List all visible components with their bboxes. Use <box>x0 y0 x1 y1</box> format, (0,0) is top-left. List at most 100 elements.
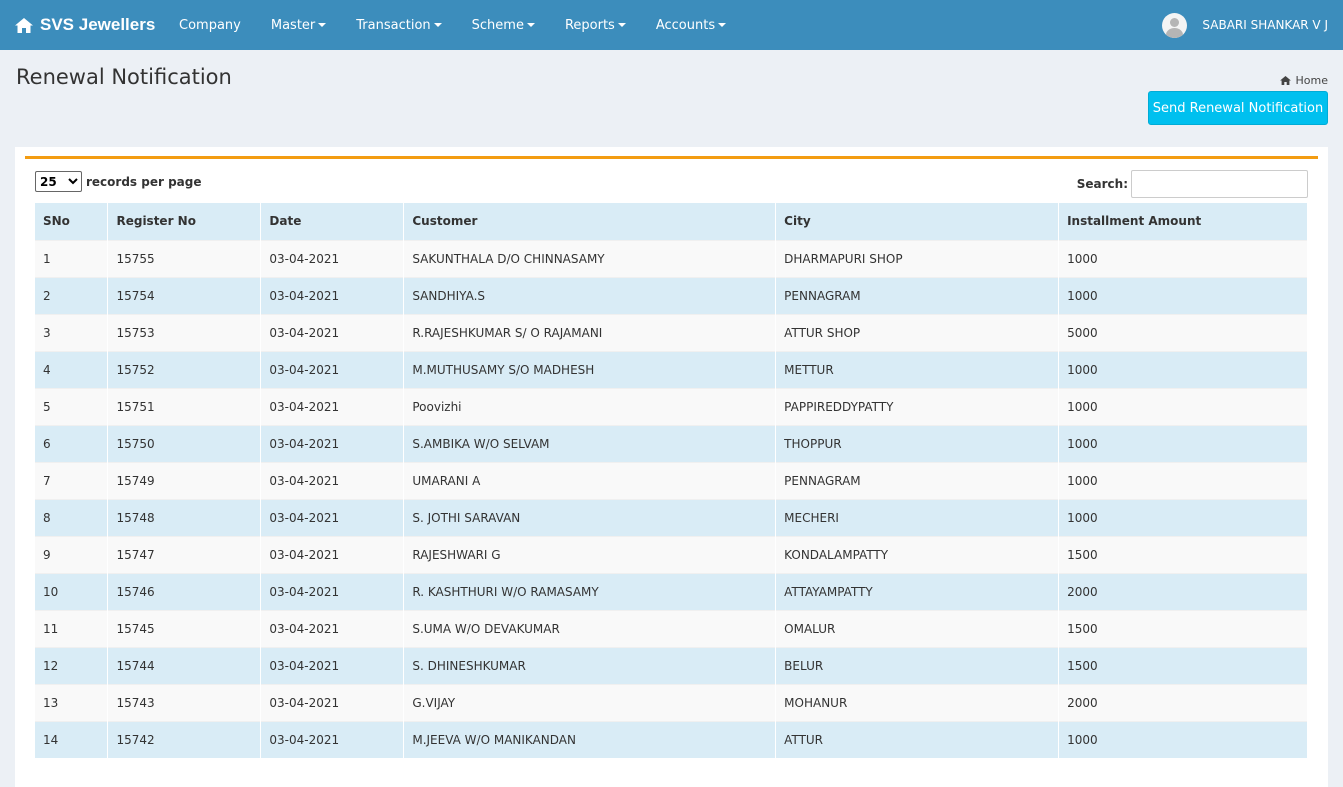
menu-item-reports[interactable]: Reports <box>550 0 641 50</box>
search-control: Search: <box>1077 170 1308 198</box>
brand-link[interactable]: SVS Jewellers <box>15 0 155 50</box>
table-cell: ATTUR <box>775 720 1060 758</box>
table-cell: S. DHINESHKUMAR <box>403 646 777 684</box>
table-cell: 15744 <box>107 646 262 684</box>
table-cell: ATTAYAMPATTY <box>775 572 1060 610</box>
table-cell: 03-04-2021 <box>260 239 405 277</box>
table-cell: 15743 <box>107 683 262 721</box>
menu-item-accounts[interactable]: Accounts <box>641 0 741 50</box>
records-per-page-label: records per page <box>86 174 202 189</box>
column-header[interactable]: Date <box>260 203 405 240</box>
table-row: 14 15742 03-04-2021 M.JEEVA W/O MANIKANDAN A… <box>35 720 1308 758</box>
user-menu[interactable]: SABARI SHANKAR V J <box>1162 0 1328 50</box>
table-cell: M.MUTHUSAMY S/O MADHESH <box>403 350 777 388</box>
column-header[interactable]: SNo <box>35 203 109 240</box>
table-cell: S.UMA W/O DEVAKUMAR <box>403 609 777 647</box>
table-cell: 03-04-2021 <box>260 424 405 462</box>
menu-item-company[interactable]: Company <box>164 0 256 50</box>
table-cell: 15753 <box>107 313 262 351</box>
search-input[interactable] <box>1131 170 1308 198</box>
table-cell: 1500 <box>1058 535 1308 573</box>
table-cell: 03-04-2021 <box>260 313 405 351</box>
breadcrumb-home[interactable]: Home <box>1279 74 1328 87</box>
table-cell: ATTUR SHOP <box>775 313 1060 351</box>
table-cell: 15749 <box>107 461 262 499</box>
table-cell: 1000 <box>1058 350 1308 388</box>
user-avatar-icon <box>1162 12 1188 38</box>
table-cell: R. KASHTHURI W/O RAMASAMY <box>403 572 777 610</box>
table-cell: 15746 <box>107 572 262 610</box>
menu-item-label: Transaction <box>356 17 431 33</box>
table-cell: PENNAGRAM <box>775 461 1060 499</box>
table-row: 9 15747 03-04-2021 RAJESHWARI G KONDALAMPATT… <box>35 535 1308 573</box>
page-title: Renewal Notification <box>16 65 232 89</box>
table-cell: BELUR <box>775 646 1060 684</box>
table-cell: S. JOTHI SARAVAN <box>403 498 777 536</box>
table-cell: 03-04-2021 <box>260 683 405 721</box>
send-renewal-notification-button[interactable]: Send Renewal Notification <box>1148 91 1328 125</box>
table-cell: 9 <box>35 535 109 573</box>
table-cell: 03-04-2021 <box>260 609 405 647</box>
menu-item-transaction[interactable]: Transaction <box>341 0 456 50</box>
column-header[interactable]: City <box>775 203 1060 240</box>
page-length-select[interactable]: 25 <box>35 171 82 192</box>
table-cell: G.VIJAY <box>403 683 777 721</box>
table-cell: 03-04-2021 <box>260 498 405 536</box>
table-cell: KONDALAMPATTY <box>775 535 1060 573</box>
table-cell: S.AMBIKA W/O SELVAM <box>403 424 777 462</box>
table-cell: 4 <box>35 350 109 388</box>
table-cell: 11 <box>35 609 109 647</box>
page-length-control: 25 records per page <box>35 171 201 192</box>
table-cell: 03-04-2021 <box>260 646 405 684</box>
table-cell: 5 <box>35 387 109 425</box>
table-cell: 03-04-2021 <box>260 276 405 314</box>
table-cell: UMARANI A <box>403 461 777 499</box>
search-label: Search: <box>1076 177 1128 191</box>
breadcrumb-label: Home <box>1295 74 1328 87</box>
table-cell: 1500 <box>1058 609 1308 647</box>
table-cell: 2000 <box>1058 683 1308 721</box>
table-cell: MOHANUR <box>775 683 1060 721</box>
table-cell: 03-04-2021 <box>260 535 405 573</box>
table-cell: M.JEEVA W/O MANIKANDAN <box>403 720 777 758</box>
table-cell: 03-04-2021 <box>260 720 405 758</box>
menu-item-scheme[interactable]: Scheme <box>457 0 550 50</box>
table-cell: 1000 <box>1058 720 1308 758</box>
menu-item-label: Accounts <box>655 17 716 33</box>
table-cell: R.RAJESHKUMAR S/ O RAJAMANI <box>403 313 777 351</box>
table-cell: 1000 <box>1058 239 1308 277</box>
table-cell: DHARMAPURI SHOP <box>775 239 1060 277</box>
table-cell: 7 <box>35 461 109 499</box>
table-cell: 6 <box>35 424 109 462</box>
table-cell: 15752 <box>107 350 262 388</box>
table-cell: SANDHIYA.S <box>403 276 777 314</box>
table-cell: RAJESHWARI G <box>403 535 777 573</box>
table-cell: THOPPUR <box>775 424 1060 462</box>
table-row: 8 15748 03-04-2021 S. JOTHI SARAVAN MECHERI 1… <box>35 498 1308 536</box>
menu-item-label: Reports <box>564 17 615 33</box>
table-cell: 1 <box>35 239 109 277</box>
table-header-row: SNo Register No Date Customer City Installmen… <box>35 203 1308 240</box>
table-row: 5 15751 03-04-2021 Poovizhi PAPPIREDDYPATTY 1… <box>35 387 1308 425</box>
table-cell: 12 <box>35 646 109 684</box>
caret-down-icon <box>718 23 727 27</box>
column-header[interactable]: Installment Amount <box>1058 203 1308 240</box>
table-cell: Poovizhi <box>403 387 777 425</box>
menu-item-master[interactable]: Master <box>256 0 341 50</box>
menu-item-label: Master <box>270 17 316 33</box>
caret-down-icon <box>318 23 327 27</box>
menu-item-label: Scheme <box>471 17 524 33</box>
table-cell: 15742 <box>107 720 262 758</box>
table-row: 3 15753 03-04-2021 R.RAJESHKUMAR S/ O RAJAM… <box>35 313 1308 351</box>
table-cell: 03-04-2021 <box>260 350 405 388</box>
table-cell: PAPPIREDDYPATTY <box>775 387 1060 425</box>
table-cell: 14 <box>35 720 109 758</box>
renewal-table: SNo Register No Date Customer City Installmen… <box>35 203 1308 758</box>
table-cell: MECHERI <box>775 498 1060 536</box>
caret-down-icon <box>526 23 535 27</box>
table-cell: 1000 <box>1058 387 1308 425</box>
column-header[interactable]: Customer <box>403 203 777 240</box>
column-header[interactable]: Register No <box>107 203 262 240</box>
table-row: 7 15749 03-04-2021 UMARANI A PENNAGRAM 1000 <box>35 461 1308 499</box>
table-cell: 15754 <box>107 276 262 314</box>
